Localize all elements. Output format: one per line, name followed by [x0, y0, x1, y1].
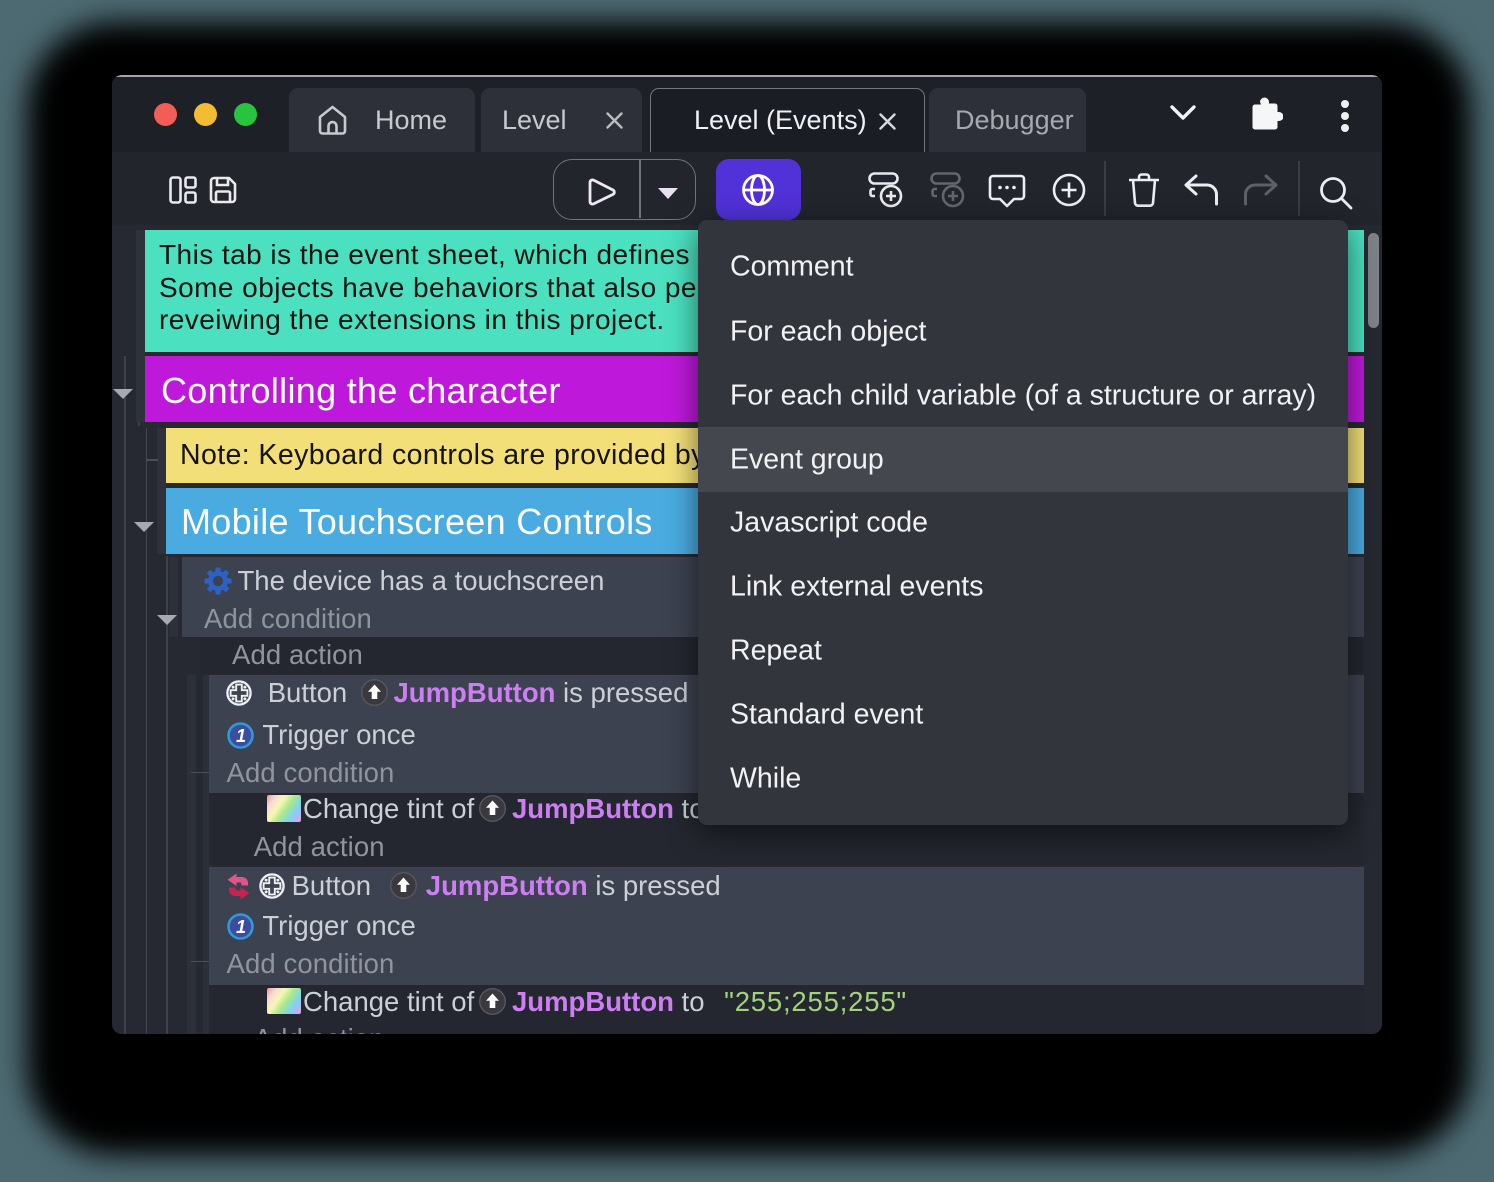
svg-text:1: 1	[235, 917, 245, 937]
svg-text:1: 1	[235, 726, 245, 746]
